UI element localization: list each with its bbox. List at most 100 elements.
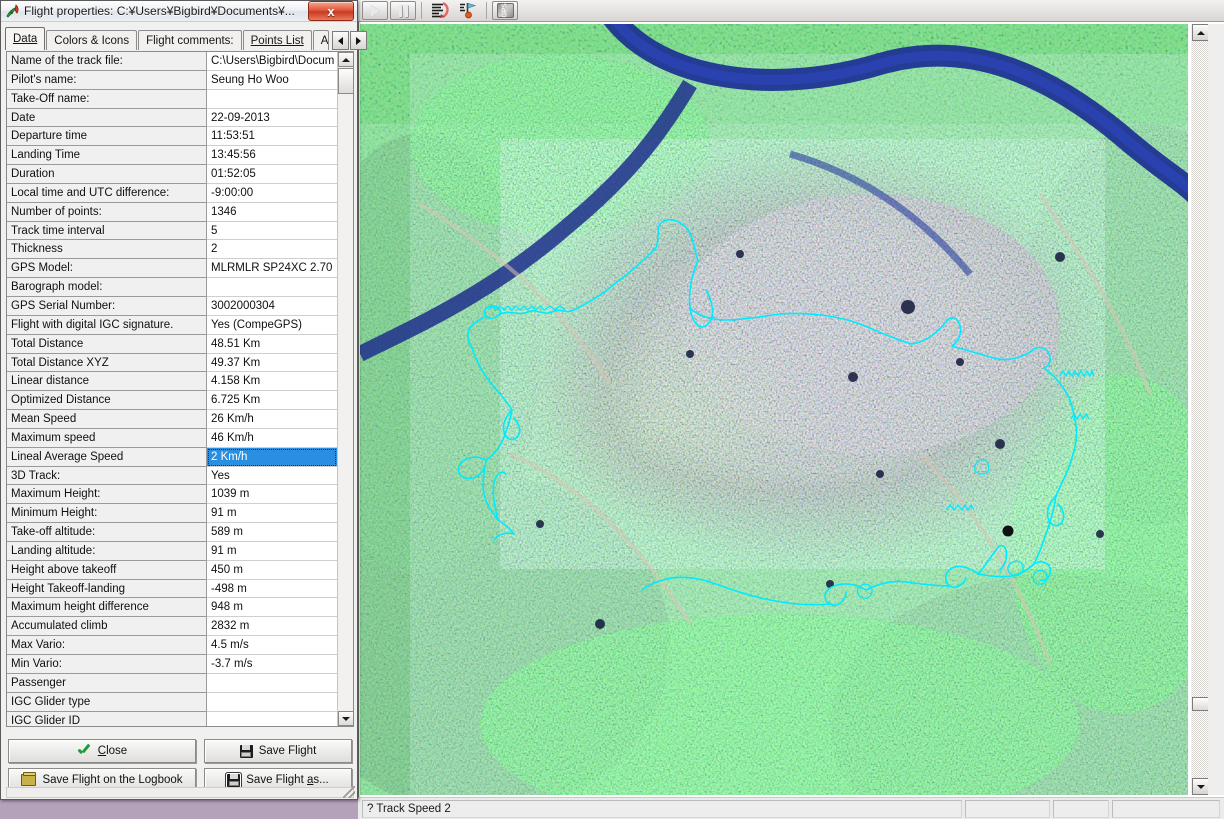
close-button[interactable]: CCloselose bbox=[8, 739, 196, 763]
scroll-up-icon[interactable] bbox=[1192, 24, 1209, 41]
property-value-cell[interactable]: 91 m bbox=[207, 541, 337, 561]
property-value-cell[interactable]: -3.7 m/s bbox=[207, 655, 337, 674]
property-value-cell[interactable]: 4.158 Km bbox=[207, 372, 337, 392]
gps-button[interactable]: GPS bbox=[492, 1, 518, 20]
grid-scroll-up-icon[interactable] bbox=[338, 52, 354, 67]
table-row[interactable]: Track time interval 5 bbox=[7, 221, 337, 241]
property-value-cell[interactable]: 11:53:51 bbox=[207, 127, 337, 147]
property-value-cell[interactable]: -9:00:00 bbox=[207, 183, 337, 203]
table-row[interactable]: Take-off altitude: 589 m bbox=[7, 523, 337, 542]
tab-advanced[interactable]: Advanc bbox=[312, 30, 329, 50]
property-value-cell[interactable]: 450 m bbox=[207, 560, 337, 580]
grid-rows-container[interactable]: Name of the track file: C:\Users\Bigbird\… bbox=[7, 52, 337, 726]
table-row[interactable]: IGC Glider ID bbox=[7, 711, 337, 726]
tab-scroll-left-icon[interactable] bbox=[331, 31, 349, 50]
property-value-cell[interactable]: 49.37 Km bbox=[207, 353, 337, 373]
property-value-cell[interactable]: 5 bbox=[207, 221, 337, 241]
table-row[interactable]: Accumulated climb 2832 m bbox=[7, 617, 337, 637]
table-row[interactable]: Landing Time 13:45:56 bbox=[7, 146, 337, 166]
property-value-cell[interactable]: 1039 m bbox=[207, 485, 337, 505]
property-value-cell[interactable]: 4.5 m/s bbox=[207, 636, 337, 655]
property-value-cell[interactable]: 48.51 Km bbox=[207, 334, 337, 354]
table-row[interactable]: Optimized Distance 6.725 Km bbox=[7, 391, 337, 411]
table-row[interactable]: Take-Off name: bbox=[7, 89, 337, 109]
grid-scroll-down-icon[interactable] bbox=[338, 711, 354, 726]
map-scroll-gutter[interactable] bbox=[1208, 24, 1224, 795]
table-row[interactable]: Total Distance 48.51 Km bbox=[7, 334, 337, 354]
property-value-cell[interactable]: 2 bbox=[207, 240, 337, 260]
table-row[interactable]: Lineal Average Speed 2 Km/h bbox=[7, 447, 337, 467]
property-value-cell[interactable]: 22-09-2013 bbox=[207, 108, 337, 128]
table-row[interactable]: GPS Serial Number: 3002000304 bbox=[7, 296, 337, 316]
table-row[interactable]: Linear distance 4.158 Km bbox=[7, 372, 337, 392]
property-value-cell[interactable]: 1346 bbox=[207, 202, 337, 222]
table-row[interactable]: Height Takeoff-landing -498 m bbox=[7, 579, 337, 599]
table-row[interactable]: Maximum height difference 948 m bbox=[7, 598, 337, 618]
table-row[interactable]: Passenger bbox=[7, 673, 337, 693]
table-row[interactable]: Max Vario: 4.5 m/s bbox=[7, 636, 337, 655]
property-value-cell[interactable]: 01:52:05 bbox=[207, 165, 337, 184]
property-value-cell[interactable]: 589 m bbox=[207, 523, 337, 542]
map-vertical-scrollbar[interactable] bbox=[1191, 24, 1209, 795]
table-row[interactable]: Thickness 2 bbox=[7, 240, 337, 260]
table-row[interactable]: Maximum speed 46 Km/h bbox=[7, 428, 337, 448]
table-row[interactable]: Total Distance XYZ 49.37 Km bbox=[7, 353, 337, 373]
table-row[interactable]: Duration 01:52:05 bbox=[7, 165, 337, 184]
property-value-cell[interactable]: 13:45:56 bbox=[207, 146, 337, 166]
tab-colors-icons[interactable]: Colors & Icons bbox=[46, 30, 138, 50]
property-value-cell[interactable]: Yes bbox=[207, 466, 337, 486]
waypoint-flag-icon[interactable] bbox=[455, 1, 481, 20]
property-value-cell[interactable]: 3002000304 bbox=[207, 296, 337, 316]
property-value-cell[interactable] bbox=[207, 692, 337, 712]
property-value-cell[interactable]: 46 Km/h bbox=[207, 428, 337, 448]
map-canvas[interactable] bbox=[360, 24, 1188, 795]
scroll-down-icon[interactable] bbox=[1192, 778, 1209, 795]
table-row[interactable]: Mean Speed 26 Km/h bbox=[7, 410, 337, 429]
property-value-cell[interactable]: 2 Km/h bbox=[207, 447, 337, 467]
map-vertical-scroll-thumb[interactable] bbox=[1192, 697, 1209, 711]
table-row[interactable]: Date 22-09-2013 bbox=[7, 108, 337, 128]
table-row[interactable]: Local time and UTC difference: -9:00:00 bbox=[7, 183, 337, 203]
property-value-cell[interactable]: -498 m bbox=[207, 579, 337, 599]
tab-scroll-right-icon[interactable] bbox=[349, 31, 367, 50]
property-value-cell[interactable]: 948 m bbox=[207, 598, 337, 618]
table-row[interactable]: Landing altitude: 91 m bbox=[7, 541, 337, 561]
table-row[interactable]: Height above takeoff 450 m bbox=[7, 560, 337, 580]
table-row[interactable]: Barograph model: bbox=[7, 278, 337, 297]
close-icon[interactable]: x bbox=[308, 1, 354, 21]
table-row[interactable]: IGC Glider type bbox=[7, 692, 337, 712]
grid-scroll-thumb[interactable] bbox=[338, 68, 354, 94]
table-row[interactable]: GPS Model: MLRMLR SP24XC 2.70 bbox=[7, 259, 337, 279]
property-value-cell[interactable] bbox=[207, 673, 337, 693]
table-row[interactable]: Min Vario: -3.7 m/s bbox=[7, 655, 337, 674]
table-row[interactable]: Number of points: 1346 bbox=[7, 202, 337, 222]
property-value-cell[interactable]: Seung Ho Woo bbox=[207, 70, 337, 90]
pause-icon[interactable] bbox=[390, 1, 416, 20]
property-value-cell[interactable]: 91 m bbox=[207, 504, 337, 524]
property-value-cell[interactable]: 2832 m bbox=[207, 617, 337, 637]
save-flight-button[interactable]: Save Flight bbox=[204, 739, 352, 763]
table-row[interactable]: Minimum Height: 91 m bbox=[7, 504, 337, 524]
property-value-cell[interactable] bbox=[207, 89, 337, 109]
dialog-resize-grip[interactable] bbox=[343, 786, 355, 798]
tab-flight-comments[interactable]: Flight comments: bbox=[138, 30, 242, 50]
play-icon[interactable] bbox=[362, 1, 388, 20]
table-row[interactable]: 3D Track: Yes bbox=[7, 466, 337, 486]
grid-vertical-scrollbar[interactable] bbox=[337, 52, 354, 726]
property-value-cell[interactable]: C:\Users\Bigbird\Docum bbox=[207, 52, 337, 71]
table-row[interactable]: Departure time 11:53:51 bbox=[7, 127, 337, 147]
dialog-title-bar[interactable]: Flight properties: C:¥Users¥Bigbird¥Docu… bbox=[1, 1, 357, 22]
table-row[interactable]: Maximum Height: 1039 m bbox=[7, 485, 337, 505]
track-edit-icon[interactable] bbox=[427, 1, 453, 20]
property-value-cell[interactable] bbox=[207, 711, 337, 726]
table-row[interactable]: Pilot's name: Seung Ho Woo bbox=[7, 70, 337, 90]
property-value-cell[interactable]: 6.725 Km bbox=[207, 391, 337, 411]
property-value-cell[interactable]: MLRMLR SP24XC 2.70 bbox=[207, 259, 337, 279]
table-row[interactable]: Flight with digital IGC signature. Yes (C… bbox=[7, 315, 337, 335]
table-row[interactable]: Name of the track file: C:\Users\Bigbird\… bbox=[7, 52, 337, 71]
tab-data[interactable]: Data bbox=[5, 27, 46, 50]
property-value-cell[interactable]: 26 Km/h bbox=[207, 410, 337, 429]
property-value-cell[interactable] bbox=[207, 278, 337, 297]
tab-points-list[interactable]: Points List bbox=[242, 30, 312, 50]
property-value-cell[interactable]: Yes (CompeGPS) bbox=[207, 315, 337, 335]
